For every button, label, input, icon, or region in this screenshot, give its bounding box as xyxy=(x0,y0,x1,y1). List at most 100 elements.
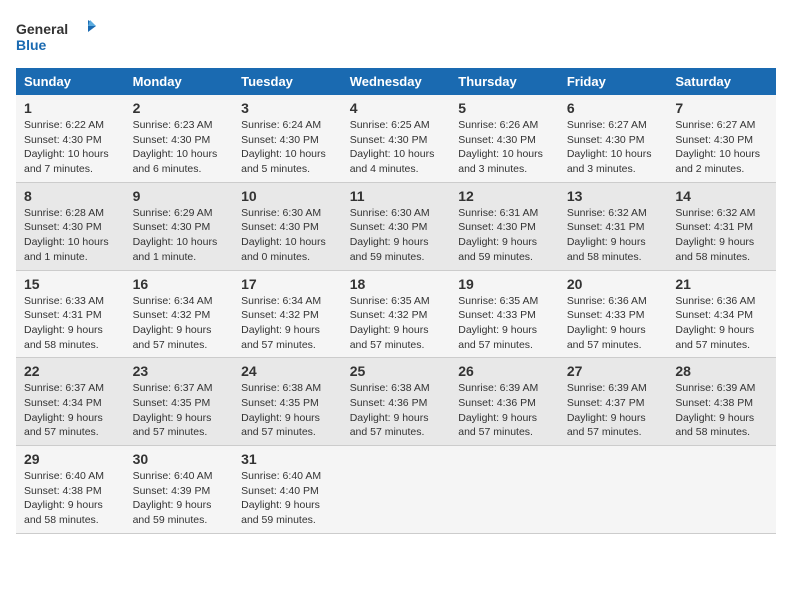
day-cell: 23Sunrise: 6:37 AM Sunset: 4:35 PM Dayli… xyxy=(125,358,234,446)
week-row-1: 1 Sunrise: 6:22 AM Sunset: 4:30 PM Daylig… xyxy=(16,95,776,182)
day-info: Sunrise: 6:39 AM Sunset: 4:36 PM Dayligh… xyxy=(458,381,551,440)
header-cell-sunday: Sunday xyxy=(16,68,125,95)
day-info: Sunrise: 6:39 AM Sunset: 4:37 PM Dayligh… xyxy=(567,381,660,440)
day-cell: 20 Sunrise: 6:36 AM Sunset: 4:33 PM Dayli… xyxy=(559,270,668,358)
day-number: 28 xyxy=(675,363,768,379)
day-info: Sunrise: 6:36 AM Sunset: 4:33 PM Dayligh… xyxy=(567,294,660,353)
day-cell: 9 Sunrise: 6:29 AM Sunset: 4:30 PM Daylig… xyxy=(125,182,234,270)
day-info: Sunrise: 6:37 AM Sunset: 4:34 PM Dayligh… xyxy=(24,381,117,440)
week-row-5: 29 Sunrise: 6:40 AM Sunset: 4:38 PM Dayli… xyxy=(16,446,776,534)
day-number: 1 xyxy=(24,100,117,116)
day-cell: 12 Sunrise: 6:31 AM Sunset: 4:30 PM Dayli… xyxy=(450,182,559,270)
day-number: 7 xyxy=(675,100,768,116)
day-number: 19 xyxy=(458,276,551,292)
day-number: 30 xyxy=(133,451,226,467)
header-cell-wednesday: Wednesday xyxy=(342,68,451,95)
week-row-3: 15Sunrise: 6:33 AM Sunset: 4:31 PM Dayli… xyxy=(16,270,776,358)
day-cell xyxy=(450,446,559,534)
day-info: Sunrise: 6:30 AM Sunset: 4:30 PM Dayligh… xyxy=(350,206,443,265)
day-cell xyxy=(667,446,776,534)
day-cell: 26 Sunrise: 6:39 AM Sunset: 4:36 PM Dayli… xyxy=(450,358,559,446)
day-info: Sunrise: 6:26 AM Sunset: 4:30 PM Dayligh… xyxy=(458,118,551,177)
page-header: General Blue xyxy=(16,16,776,60)
calendar-body: 1 Sunrise: 6:22 AM Sunset: 4:30 PM Daylig… xyxy=(16,95,776,533)
day-number: 25 xyxy=(350,363,443,379)
day-number: 29 xyxy=(24,451,117,467)
day-number: 3 xyxy=(241,100,334,116)
day-info: Sunrise: 6:40 AM Sunset: 4:39 PM Dayligh… xyxy=(133,469,226,528)
day-cell: 31 Sunrise: 6:40 AM Sunset: 4:40 PM Dayli… xyxy=(233,446,342,534)
day-cell: 16 Sunrise: 6:34 AM Sunset: 4:32 PM Dayli… xyxy=(125,270,234,358)
header-cell-tuesday: Tuesday xyxy=(233,68,342,95)
day-number: 2 xyxy=(133,100,226,116)
day-cell: 1 Sunrise: 6:22 AM Sunset: 4:30 PM Daylig… xyxy=(16,95,125,182)
day-number: 20 xyxy=(567,276,660,292)
header-cell-friday: Friday xyxy=(559,68,668,95)
week-row-4: 22 Sunrise: 6:37 AM Sunset: 4:34 PM Dayli… xyxy=(16,358,776,446)
day-number: 14 xyxy=(675,188,768,204)
day-cell: 2 Sunrise: 6:23 AM Sunset: 4:30 PM Daylig… xyxy=(125,95,234,182)
day-number: 13 xyxy=(567,188,660,204)
day-info: Sunrise: 6:36 AM Sunset: 4:34 PM Dayligh… xyxy=(675,294,768,353)
day-info: Sunrise: 6:34 AM Sunset: 4:32 PM Dayligh… xyxy=(133,294,226,353)
day-number: 27 xyxy=(567,363,660,379)
day-cell: 30 Sunrise: 6:40 AM Sunset: 4:39 PM Dayli… xyxy=(125,446,234,534)
day-info: Sunrise: 6:32 AM Sunset: 4:31 PM Dayligh… xyxy=(567,206,660,265)
day-info: Sunrise: 6:40 AM Sunset: 4:40 PM Dayligh… xyxy=(241,469,334,528)
day-cell: 28 Sunrise: 6:39 AM Sunset: 4:38 PM Dayli… xyxy=(667,358,776,446)
day-cell: 5Sunrise: 6:26 AM Sunset: 4:30 PM Daylig… xyxy=(450,95,559,182)
logo: General Blue xyxy=(16,16,96,60)
day-info: Sunrise: 6:33 AM Sunset: 4:31 PM Dayligh… xyxy=(24,294,117,353)
day-info: Sunrise: 6:40 AM Sunset: 4:38 PM Dayligh… xyxy=(24,469,117,528)
day-info: Sunrise: 6:28 AM Sunset: 4:30 PM Dayligh… xyxy=(24,206,117,265)
day-cell: 25 Sunrise: 6:38 AM Sunset: 4:36 PM Dayli… xyxy=(342,358,451,446)
day-number: 4 xyxy=(350,100,443,116)
day-number: 16 xyxy=(133,276,226,292)
header-cell-saturday: Saturday xyxy=(667,68,776,95)
day-cell: 3 Sunrise: 6:24 AM Sunset: 4:30 PM Daylig… xyxy=(233,95,342,182)
day-info: Sunrise: 6:30 AM Sunset: 4:30 PM Dayligh… xyxy=(241,206,334,265)
day-number: 8 xyxy=(24,188,117,204)
logo-svg: General Blue xyxy=(16,16,96,60)
day-info: Sunrise: 6:24 AM Sunset: 4:30 PM Dayligh… xyxy=(241,118,334,177)
day-cell: 13 Sunrise: 6:32 AM Sunset: 4:31 PM Dayli… xyxy=(559,182,668,270)
day-number: 10 xyxy=(241,188,334,204)
day-info: Sunrise: 6:22 AM Sunset: 4:30 PM Dayligh… xyxy=(24,118,117,177)
day-info: Sunrise: 6:34 AM Sunset: 4:32 PM Dayligh… xyxy=(241,294,334,353)
day-info: Sunrise: 6:39 AM Sunset: 4:38 PM Dayligh… xyxy=(675,381,768,440)
day-info: Sunrise: 6:38 AM Sunset: 4:36 PM Dayligh… xyxy=(350,381,443,440)
day-number: 31 xyxy=(241,451,334,467)
header-cell-thursday: Thursday xyxy=(450,68,559,95)
header-cell-monday: Monday xyxy=(125,68,234,95)
day-info: Sunrise: 6:27 AM Sunset: 4:30 PM Dayligh… xyxy=(675,118,768,177)
day-cell: 17 Sunrise: 6:34 AM Sunset: 4:32 PM Dayli… xyxy=(233,270,342,358)
day-number: 21 xyxy=(675,276,768,292)
day-cell: 22 Sunrise: 6:37 AM Sunset: 4:34 PM Dayli… xyxy=(16,358,125,446)
day-number: 6 xyxy=(567,100,660,116)
day-cell: 15Sunrise: 6:33 AM Sunset: 4:31 PM Dayli… xyxy=(16,270,125,358)
day-number: 12 xyxy=(458,188,551,204)
week-row-2: 8 Sunrise: 6:28 AM Sunset: 4:30 PM Daylig… xyxy=(16,182,776,270)
day-cell: 7 Sunrise: 6:27 AM Sunset: 4:30 PM Daylig… xyxy=(667,95,776,182)
day-info: Sunrise: 6:32 AM Sunset: 4:31 PM Dayligh… xyxy=(675,206,768,265)
calendar-header: SundayMondayTuesdayWednesdayThursdayFrid… xyxy=(16,68,776,95)
day-cell: 19 Sunrise: 6:35 AM Sunset: 4:33 PM Dayli… xyxy=(450,270,559,358)
day-info: Sunrise: 6:31 AM Sunset: 4:30 PM Dayligh… xyxy=(458,206,551,265)
day-cell: 11Sunrise: 6:30 AM Sunset: 4:30 PM Dayli… xyxy=(342,182,451,270)
day-cell: 21 Sunrise: 6:36 AM Sunset: 4:34 PM Dayli… xyxy=(667,270,776,358)
day-cell: 14 Sunrise: 6:32 AM Sunset: 4:31 PM Dayli… xyxy=(667,182,776,270)
header-row: SundayMondayTuesdayWednesdayThursdayFrid… xyxy=(16,68,776,95)
day-number: 26 xyxy=(458,363,551,379)
day-number: 9 xyxy=(133,188,226,204)
day-number: 24 xyxy=(241,363,334,379)
day-info: Sunrise: 6:29 AM Sunset: 4:30 PM Dayligh… xyxy=(133,206,226,265)
day-cell: 27 Sunrise: 6:39 AM Sunset: 4:37 PM Dayli… xyxy=(559,358,668,446)
day-cell: 24Sunrise: 6:38 AM Sunset: 4:35 PM Dayli… xyxy=(233,358,342,446)
day-number: 22 xyxy=(24,363,117,379)
day-info: Sunrise: 6:23 AM Sunset: 4:30 PM Dayligh… xyxy=(133,118,226,177)
day-info: Sunrise: 6:35 AM Sunset: 4:33 PM Dayligh… xyxy=(458,294,551,353)
day-cell: 29 Sunrise: 6:40 AM Sunset: 4:38 PM Dayli… xyxy=(16,446,125,534)
day-cell: 8 Sunrise: 6:28 AM Sunset: 4:30 PM Daylig… xyxy=(16,182,125,270)
day-cell: 6Sunrise: 6:27 AM Sunset: 4:30 PM Daylig… xyxy=(559,95,668,182)
day-number: 17 xyxy=(241,276,334,292)
